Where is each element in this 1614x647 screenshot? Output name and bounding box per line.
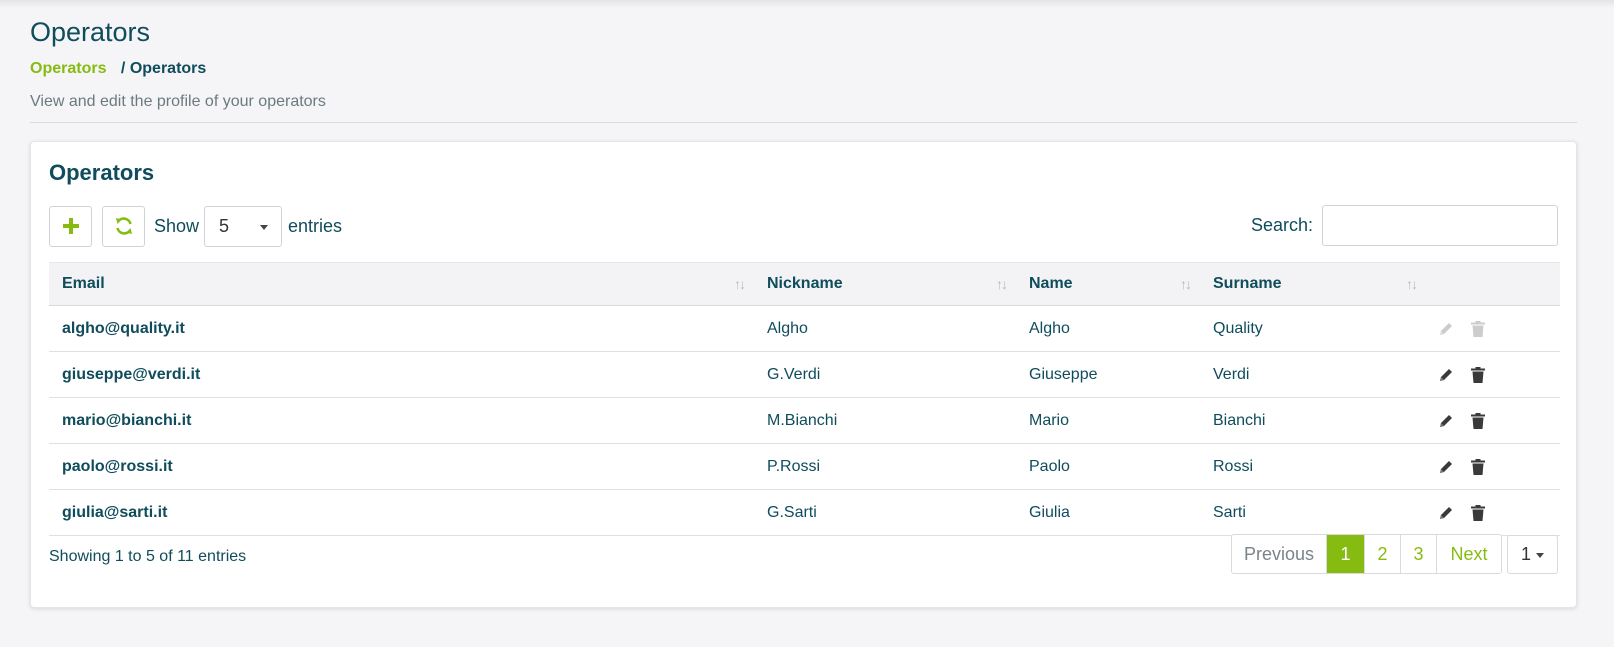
breadcrumb-link-operators[interactable]: Operators: [30, 60, 106, 77]
cell-surname: Quality: [1200, 305, 1426, 352]
search-label: Search:: [1250, 215, 1313, 235]
sort-icon: ↑↓: [996, 276, 1008, 292]
search-input[interactable]: [1322, 205, 1558, 246]
refresh-button[interactable]: [102, 205, 145, 247]
cell-name: Giulia: [1016, 489, 1200, 536]
table-info: Showing 1 to 5 of 11 entries: [49, 548, 247, 565]
search-area: Search:: [1251, 205, 1558, 246]
page-title: Operators: [30, 17, 151, 47]
table-row[interactable]: paolo@rossi.it P.Rossi Paolo Rossi: [49, 443, 1560, 490]
column-label: Surname: [1213, 275, 1282, 292]
cell-email: giuseppe@verdi.it: [49, 351, 754, 398]
cell-actions: [1426, 397, 1560, 444]
column-header-name[interactable]: Name ↑↓: [1016, 262, 1200, 306]
refresh-icon: [115, 217, 132, 235]
pagination-page-1[interactable]: 1: [1327, 535, 1365, 573]
pencil-icon[interactable]: [1436, 411, 1456, 431]
pagination: Previous 1 2 3 Next 1: [1231, 534, 1558, 574]
header-divider: [30, 122, 1577, 123]
operators-table: Email ↑↓ Nickname ↑↓ Name ↑↓ Surname ↑↓ algh…: [49, 262, 1560, 536]
operators-card: Operators Show 5 entries Search: Email ↑…: [30, 141, 1577, 608]
trash-icon: [1468, 319, 1488, 339]
trash-icon[interactable]: [1468, 503, 1488, 523]
pencil-icon[interactable]: [1436, 365, 1456, 385]
cell-actions: [1426, 305, 1560, 352]
breadcrumb: Operators / Operators: [30, 59, 1577, 79]
table-header-row: Email ↑↓ Nickname ↑↓ Name ↑↓ Surname ↑↓: [49, 262, 1560, 306]
cell-email: mario@bianchi.it: [49, 397, 754, 444]
top-shadow: [0, 0, 1614, 8]
pagination-previous[interactable]: Previous: [1232, 535, 1327, 573]
table-row[interactable]: mario@bianchi.it M.Bianchi Mario Bianchi: [49, 397, 1560, 444]
cell-surname: Rossi: [1200, 443, 1426, 490]
cell-nickname: M.Bianchi: [754, 397, 1016, 444]
cell-email: algho@quality.it: [49, 305, 754, 352]
page-header: Operators Operators / Operators View and…: [30, 14, 1577, 112]
breadcrumb-separator: /: [120, 60, 126, 77]
cell-surname: Bianchi: [1200, 397, 1426, 444]
trash-icon[interactable]: [1468, 457, 1488, 477]
table-row[interactable]: giulia@sarti.it G.Sarti Giulia Sarti: [49, 489, 1560, 536]
trash-icon[interactable]: [1468, 365, 1488, 385]
chevron-down-icon: [260, 224, 269, 230]
cell-nickname: Algho: [754, 305, 1016, 352]
cell-nickname: P.Rossi: [754, 443, 1016, 490]
table-row[interactable]: giuseppe@verdi.it G.Verdi Giuseppe Verdi: [49, 351, 1560, 398]
cell-name: Giuseppe: [1016, 351, 1200, 398]
cell-nickname: G.Sarti: [754, 489, 1016, 536]
page-jump-value: 1: [1521, 543, 1532, 564]
pencil-icon: [1436, 319, 1456, 339]
cell-name: Mario: [1016, 397, 1200, 444]
column-label: Nickname: [767, 275, 843, 292]
sort-icon: ↑↓: [1180, 276, 1192, 292]
cell-email: giulia@sarti.it: [49, 489, 754, 536]
pencil-icon[interactable]: [1436, 503, 1456, 523]
column-header-nickname[interactable]: Nickname ↑↓: [754, 262, 1016, 306]
breadcrumb-current: Operators: [129, 60, 207, 77]
cell-surname: Sarti: [1200, 489, 1426, 536]
table-row[interactable]: algho@quality.it Algho Algho Quality: [49, 305, 1560, 352]
cell-nickname: G.Verdi: [754, 351, 1016, 398]
trash-icon[interactable]: [1468, 411, 1488, 431]
chevron-down-icon: [1536, 552, 1544, 558]
page-size-select[interactable]: 5: [204, 205, 283, 247]
sort-icon: ↑↓: [734, 276, 746, 292]
column-header-surname[interactable]: Surname ↑↓: [1200, 262, 1426, 306]
add-operator-button[interactable]: [49, 205, 92, 247]
plus-icon: [62, 218, 79, 234]
column-label: Name: [1029, 275, 1073, 292]
pagination-page-2[interactable]: 2: [1365, 535, 1401, 573]
column-label: Email: [62, 275, 105, 292]
show-label: Show: [154, 215, 200, 236]
cell-email: paolo@rossi.it: [49, 443, 754, 490]
card-title: Operators: [49, 160, 155, 185]
pagination-next[interactable]: Next: [1437, 535, 1501, 573]
cell-actions: [1426, 443, 1560, 490]
page-subtitle: View and edit the profile of your operat…: [30, 93, 326, 110]
pagination-page-3[interactable]: 3: [1401, 535, 1437, 573]
column-header-actions: [1426, 262, 1560, 306]
column-header-email[interactable]: Email ↑↓: [49, 262, 754, 306]
cell-actions: [1426, 489, 1560, 536]
cell-actions: [1426, 351, 1560, 398]
page-jump-select[interactable]: 1: [1507, 534, 1558, 574]
pagination-group: Previous 1 2 3 Next: [1231, 534, 1502, 574]
entries-label: entries: [288, 215, 343, 236]
pencil-icon[interactable]: [1436, 457, 1456, 477]
page-size-value: 5: [219, 215, 230, 236]
sort-icon: ↑↓: [1406, 276, 1418, 292]
cell-name: Paolo: [1016, 443, 1200, 490]
cell-name: Algho: [1016, 305, 1200, 352]
cell-surname: Verdi: [1200, 351, 1426, 398]
table-toolbar: Show 5 entries: [49, 205, 342, 247]
